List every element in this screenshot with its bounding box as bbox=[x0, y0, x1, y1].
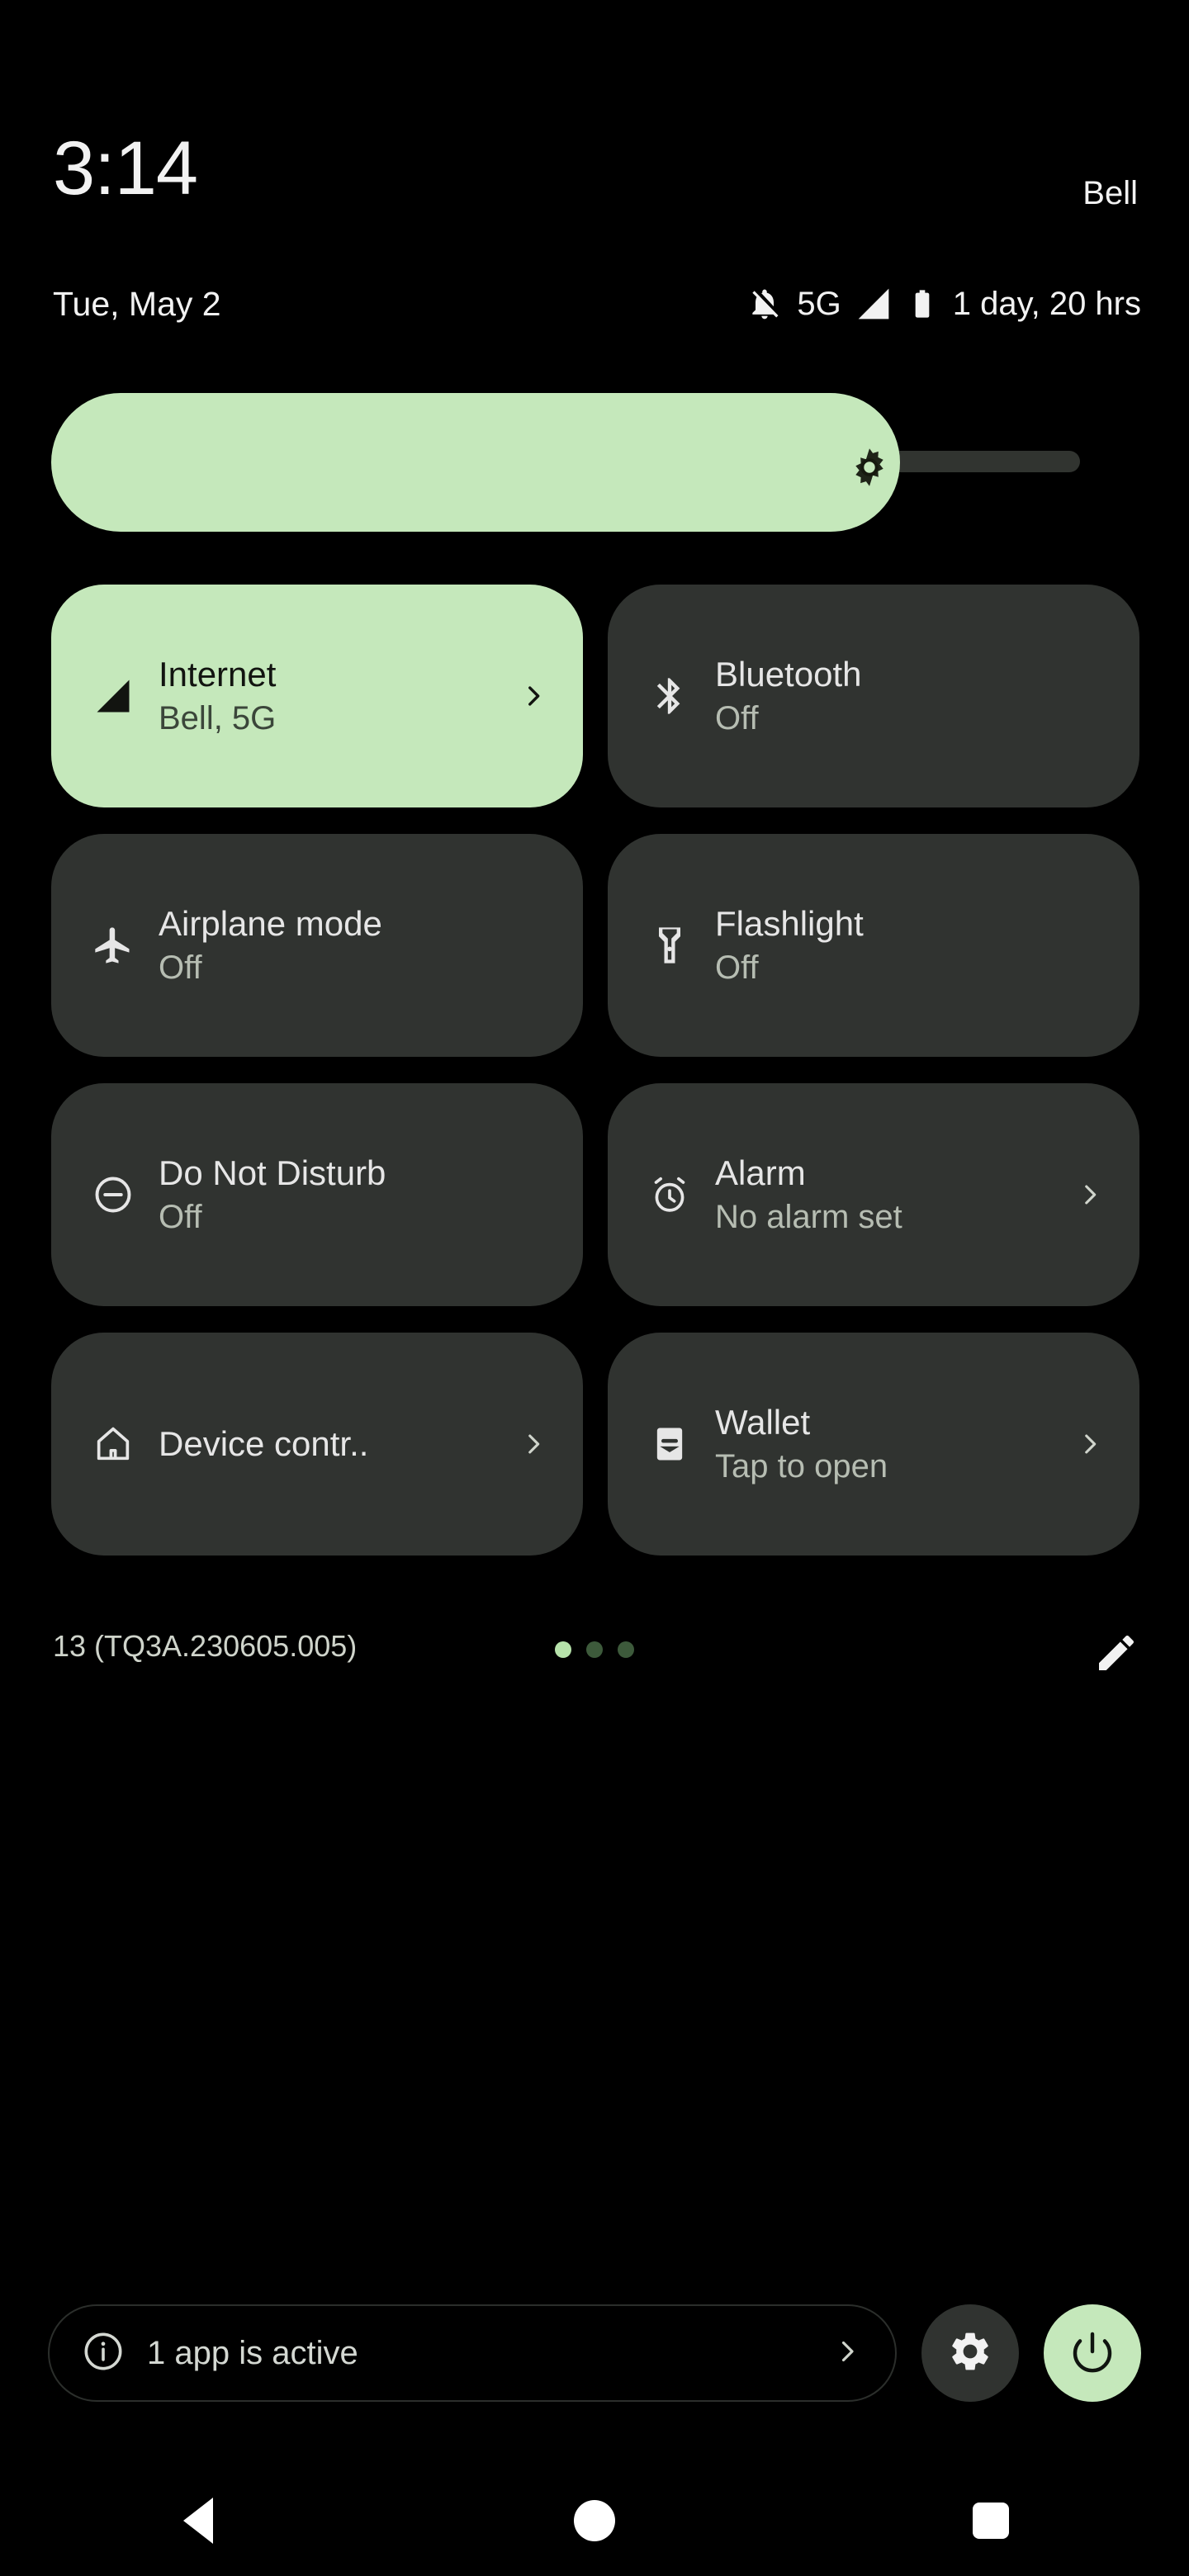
signal-bar-icon bbox=[89, 672, 137, 720]
page-indicator bbox=[555, 1641, 634, 1658]
tile-flashlight-title: Flashlight bbox=[715, 904, 864, 944]
chevron-right-icon[interactable] bbox=[832, 2337, 862, 2370]
brightness-slider[interactable] bbox=[0, 388, 1189, 537]
tile-do-not-disturb-text: Do Not Disturb Off bbox=[159, 1153, 550, 1236]
home-icon bbox=[89, 1420, 137, 1468]
network-type-label: 5G bbox=[797, 286, 841, 322]
info-icon bbox=[81, 2329, 126, 2378]
battery-estimate-label: 1 day, 20 hrs bbox=[952, 286, 1141, 322]
date-label[interactable]: Tue, May 2 bbox=[53, 287, 221, 321]
tile-flashlight-subtitle: Off bbox=[715, 949, 759, 987]
tile-alarm-subtitle: No alarm set bbox=[715, 1199, 902, 1236]
active-apps-label: 1 app is active bbox=[147, 2335, 358, 2371]
battery-icon bbox=[906, 286, 939, 322]
page-dot-2[interactable] bbox=[586, 1641, 603, 1658]
bluetooth-icon bbox=[646, 672, 694, 720]
navigation-bar bbox=[0, 2465, 1189, 2576]
tile-alarm[interactable]: Alarm No alarm set bbox=[608, 1083, 1139, 1306]
tile-wallet[interactable]: Wallet Tap to open bbox=[608, 1333, 1139, 1556]
tile-wallet-text: Wallet Tap to open bbox=[715, 1403, 1063, 1485]
quick-settings-tiles: Internet Bell, 5G Bluetooth Off Airplane… bbox=[51, 585, 1139, 1556]
tile-internet-text: Internet Bell, 5G bbox=[159, 655, 507, 737]
flashlight-icon bbox=[646, 921, 694, 969]
back-button[interactable] bbox=[0, 2465, 396, 2576]
quick-settings-screen: 3:14 Bell Tue, May 2 5G 1 day, 20 hrs In… bbox=[0, 0, 1189, 2576]
tile-bluetooth-subtitle: Off bbox=[715, 700, 759, 737]
settings-button[interactable] bbox=[921, 2304, 1019, 2402]
status-icons: 5G 1 day, 20 hrs bbox=[746, 282, 1141, 325]
bottom-action-bar: 1 app is active bbox=[0, 2304, 1189, 2403]
recents-button[interactable] bbox=[793, 2465, 1189, 2576]
tile-do-not-disturb-title: Do Not Disturb bbox=[159, 1153, 386, 1193]
wallet-icon bbox=[646, 1420, 694, 1468]
tile-airplane-mode-text: Airplane mode Off bbox=[159, 904, 550, 987]
active-apps-button[interactable]: 1 app is active bbox=[48, 2304, 897, 2402]
signal-bar-icon bbox=[855, 286, 892, 322]
tile-alarm-text: Alarm No alarm set bbox=[715, 1153, 1063, 1236]
back-triangle-icon bbox=[183, 2497, 213, 2544]
home-circle-icon bbox=[574, 2499, 615, 2541]
tile-bluetooth-text: Bluetooth Off bbox=[715, 655, 1106, 737]
home-button[interactable] bbox=[396, 2465, 793, 2576]
pencil-icon bbox=[1093, 1630, 1139, 1680]
chevron-right-icon[interactable] bbox=[1073, 1172, 1106, 1217]
chevron-right-icon[interactable] bbox=[517, 674, 550, 718]
tile-do-not-disturb[interactable]: Do Not Disturb Off bbox=[51, 1083, 583, 1306]
tile-bluetooth[interactable]: Bluetooth Off bbox=[608, 585, 1139, 807]
brightness-fill[interactable] bbox=[51, 393, 900, 532]
quick-settings-footer: 13 (TQ3A.230605.005) bbox=[0, 1618, 1189, 1693]
recents-square-icon bbox=[973, 2502, 1009, 2539]
power-icon bbox=[1069, 2328, 1116, 2379]
tile-airplane-mode-title: Airplane mode bbox=[159, 904, 382, 944]
tile-wallet-subtitle: Tap to open bbox=[715, 1448, 888, 1485]
tile-internet-title: Internet bbox=[159, 655, 277, 694]
chevron-right-icon[interactable] bbox=[1073, 1422, 1106, 1466]
tile-device-controls[interactable]: Device contr.. bbox=[51, 1333, 583, 1556]
tile-device-controls-title: Device contr.. bbox=[159, 1424, 369, 1464]
alarm-clock-icon bbox=[646, 1171, 694, 1219]
carrier-label: Bell bbox=[1082, 175, 1138, 211]
clock[interactable]: 3:14 bbox=[53, 130, 198, 206]
build-number-label: 13 (TQ3A.230605.005) bbox=[53, 1629, 358, 1663]
tile-do-not-disturb-subtitle: Off bbox=[159, 1199, 202, 1236]
tile-internet[interactable]: Internet Bell, 5G bbox=[51, 585, 583, 807]
tile-device-controls-text: Device contr.. bbox=[159, 1424, 507, 1463]
tile-flashlight[interactable]: Flashlight Off bbox=[608, 834, 1139, 1057]
status-header: 3:14 Bell Tue, May 2 5G 1 day, 20 hrs bbox=[0, 0, 1189, 363]
power-button[interactable] bbox=[1044, 2304, 1141, 2402]
tile-bluetooth-title: Bluetooth bbox=[715, 655, 862, 694]
airplane-icon bbox=[89, 921, 137, 969]
tile-wallet-title: Wallet bbox=[715, 1403, 811, 1442]
gear-icon bbox=[947, 2328, 993, 2379]
tile-airplane-mode-subtitle: Off bbox=[159, 949, 202, 987]
chevron-right-icon[interactable] bbox=[517, 1422, 550, 1466]
tile-alarm-title: Alarm bbox=[715, 1153, 806, 1193]
tile-airplane-mode[interactable]: Airplane mode Off bbox=[51, 834, 583, 1057]
page-dot-3[interactable] bbox=[618, 1641, 634, 1658]
bell-off-icon bbox=[746, 286, 783, 322]
tile-flashlight-text: Flashlight Off bbox=[715, 904, 1106, 987]
tile-internet-subtitle: Bell, 5G bbox=[159, 700, 277, 737]
edit-tiles-button[interactable] bbox=[1090, 1628, 1143, 1681]
do-not-disturb-icon bbox=[89, 1171, 137, 1219]
page-dot-1[interactable] bbox=[555, 1641, 571, 1658]
brightness-icon bbox=[848, 446, 891, 489]
